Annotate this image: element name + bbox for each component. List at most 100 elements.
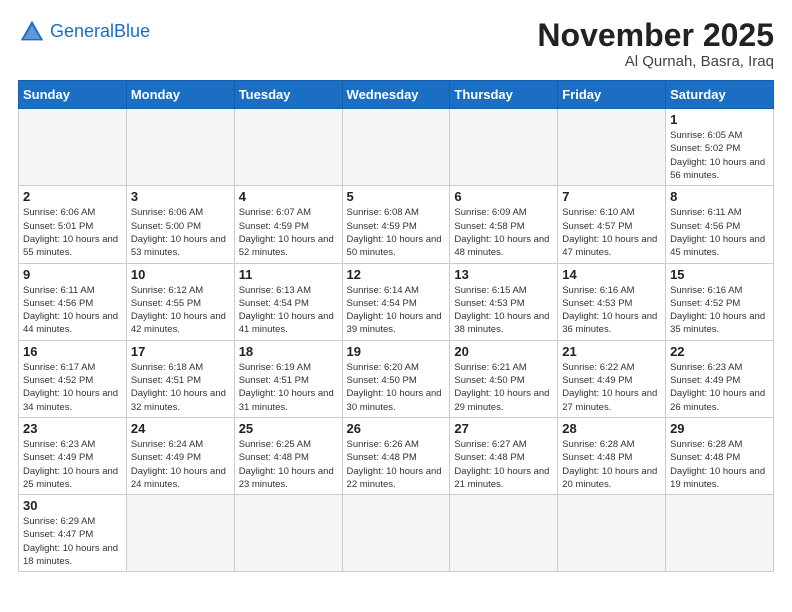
calendar-cell: 20 Sunrise: 6:21 AM Sunset: 4:50 PM Dayli… [450,340,558,417]
calendar-cell [558,495,666,572]
day-info: Sunrise: 6:27 AM Sunset: 4:48 PM Dayligh… [454,438,553,491]
calendar-cell [126,495,234,572]
weekday-header-thursday: Thursday [450,81,558,109]
day-info: Sunrise: 6:15 AM Sunset: 4:53 PM Dayligh… [454,284,553,337]
calendar-cell: 7 Sunrise: 6:10 AM Sunset: 4:57 PM Daylig… [558,186,666,263]
day-info: Sunrise: 6:05 AM Sunset: 5:02 PM Dayligh… [670,129,769,182]
day-number: 12 [347,267,446,282]
calendar-cell: 6Sunrise: 6:09 AM Sunset: 4:58 PM Daylig… [450,186,558,263]
calendar-cell: 10Sunrise: 6:12 AM Sunset: 4:55 PM Dayli… [126,263,234,340]
calendar-cell: 3Sunrise: 6:06 AM Sunset: 5:00 PM Daylig… [126,186,234,263]
calendar-cell: 9 Sunrise: 6:11 AM Sunset: 4:56 PM Daylig… [19,263,127,340]
day-number: 29 [670,421,769,436]
day-info: Sunrise: 6:08 AM Sunset: 4:59 PM Dayligh… [347,206,446,259]
calendar-cell: 24 Sunrise: 6:24 AM Sunset: 4:49 PM Dayli… [126,417,234,494]
calendar-cell: 26 Sunrise: 6:26 AM Sunset: 4:48 PM Dayli… [342,417,450,494]
day-number: 11 [239,267,338,282]
calendar-week-3: 16 Sunrise: 6:17 AM Sunset: 4:52 PM Dayli… [19,340,774,417]
location-subtitle: Al Qurnah, Basra, Iraq [537,53,774,70]
day-number: 23 [23,421,122,436]
day-number: 13 [454,267,553,282]
day-number: 22 [670,344,769,359]
day-number: 9 [23,267,122,282]
calendar-cell: 19 Sunrise: 6:20 AM Sunset: 4:50 PM Dayli… [342,340,450,417]
weekday-header-friday: Friday [558,81,666,109]
day-number: 3 [131,189,230,204]
day-number: 14 [562,267,661,282]
calendar-cell: 18Sunrise: 6:19 AM Sunset: 4:51 PM Dayli… [234,340,342,417]
day-number: 27 [454,421,553,436]
calendar-cell: 23Sunrise: 6:23 AM Sunset: 4:49 PM Dayli… [19,417,127,494]
weekday-header-row: SundayMondayTuesdayWednesdayThursdayFrid… [19,81,774,109]
day-number: 17 [131,344,230,359]
calendar-cell: 5Sunrise: 6:08 AM Sunset: 4:59 PM Daylig… [342,186,450,263]
day-info: Sunrise: 6:23 AM Sunset: 4:49 PM Dayligh… [670,361,769,414]
calendar-week-2: 9 Sunrise: 6:11 AM Sunset: 4:56 PM Daylig… [19,263,774,340]
day-number: 10 [131,267,230,282]
calendar-cell: 25 Sunrise: 6:25 AM Sunset: 4:48 PM Dayli… [234,417,342,494]
day-number: 26 [347,421,446,436]
weekday-header-tuesday: Tuesday [234,81,342,109]
calendar-cell [19,109,127,186]
weekday-header-monday: Monday [126,81,234,109]
day-info: Sunrise: 6:10 AM Sunset: 4:57 PM Dayligh… [562,206,661,259]
day-info: Sunrise: 6:25 AM Sunset: 4:48 PM Dayligh… [239,438,338,491]
calendar-cell: 1Sunrise: 6:05 AM Sunset: 5:02 PM Daylig… [666,109,774,186]
calendar-cell [558,109,666,186]
calendar-cell [450,109,558,186]
day-number: 7 [562,189,661,204]
day-number: 2 [23,189,122,204]
calendar-cell: 14 Sunrise: 6:16 AM Sunset: 4:53 PM Dayli… [558,263,666,340]
calendar-cell [234,495,342,572]
day-info: Sunrise: 6:11 AM Sunset: 4:56 PM Dayligh… [23,284,122,337]
day-info: Sunrise: 6:26 AM Sunset: 4:48 PM Dayligh… [347,438,446,491]
calendar-cell: 8Sunrise: 6:11 AM Sunset: 4:56 PM Daylig… [666,186,774,263]
day-info: Sunrise: 6:09 AM Sunset: 4:58 PM Dayligh… [454,206,553,259]
day-info: Sunrise: 6:20 AM Sunset: 4:50 PM Dayligh… [347,361,446,414]
day-info: Sunrise: 6:07 AM Sunset: 4:59 PM Dayligh… [239,206,338,259]
header: GeneralBlue November 2025 Al Qurnah, Bas… [18,18,774,70]
weekday-header-wednesday: Wednesday [342,81,450,109]
day-number: 16 [23,344,122,359]
calendar-cell: 11Sunrise: 6:13 AM Sunset: 4:54 PM Dayli… [234,263,342,340]
day-number: 20 [454,344,553,359]
day-info: Sunrise: 6:17 AM Sunset: 4:52 PM Dayligh… [23,361,122,414]
weekday-header-sunday: Sunday [19,81,127,109]
calendar-cell: 2 Sunrise: 6:06 AM Sunset: 5:01 PM Daylig… [19,186,127,263]
calendar-cell [342,109,450,186]
calendar-cell: 15Sunrise: 6:16 AM Sunset: 4:52 PM Dayli… [666,263,774,340]
calendar-cell: 30 Sunrise: 6:29 AM Sunset: 4:47 PM Dayli… [19,495,127,572]
day-info: Sunrise: 6:18 AM Sunset: 4:51 PM Dayligh… [131,361,230,414]
day-info: Sunrise: 6:24 AM Sunset: 4:49 PM Dayligh… [131,438,230,491]
calendar-cell: 22 Sunrise: 6:23 AM Sunset: 4:49 PM Dayli… [666,340,774,417]
calendar-cell: 27 Sunrise: 6:27 AM Sunset: 4:48 PM Dayli… [450,417,558,494]
weekday-header-saturday: Saturday [666,81,774,109]
logo: GeneralBlue [18,18,150,46]
day-info: Sunrise: 6:21 AM Sunset: 4:50 PM Dayligh… [454,361,553,414]
calendar-cell [342,495,450,572]
calendar-cell: 4Sunrise: 6:07 AM Sunset: 4:59 PM Daylig… [234,186,342,263]
calendar-cell: 17 Sunrise: 6:18 AM Sunset: 4:51 PM Dayli… [126,340,234,417]
day-number: 19 [347,344,446,359]
day-info: Sunrise: 6:16 AM Sunset: 4:53 PM Dayligh… [562,284,661,337]
day-info: Sunrise: 6:22 AM Sunset: 4:49 PM Dayligh… [562,361,661,414]
page: GeneralBlue November 2025 Al Qurnah, Bas… [0,0,792,582]
calendar-cell: 21Sunrise: 6:22 AM Sunset: 4:49 PM Dayli… [558,340,666,417]
month-title: November 2025 [537,18,774,53]
day-number: 18 [239,344,338,359]
calendar-cell: 29Sunrise: 6:28 AM Sunset: 4:48 PM Dayli… [666,417,774,494]
day-number: 30 [23,498,122,513]
day-info: Sunrise: 6:06 AM Sunset: 5:01 PM Dayligh… [23,206,122,259]
logo-general: General [50,21,114,41]
calendar-cell [126,109,234,186]
day-number: 24 [131,421,230,436]
calendar-cell: 13 Sunrise: 6:15 AM Sunset: 4:53 PM Dayli… [450,263,558,340]
logo-blue: Blue [114,21,150,41]
title-block: November 2025 Al Qurnah, Basra, Iraq [537,18,774,70]
calendar-table: SundayMondayTuesdayWednesdayThursdayFrid… [18,80,774,572]
day-info: Sunrise: 6:29 AM Sunset: 4:47 PM Dayligh… [23,515,122,568]
day-number: 25 [239,421,338,436]
day-number: 8 [670,189,769,204]
day-info: Sunrise: 6:16 AM Sunset: 4:52 PM Dayligh… [670,284,769,337]
calendar-week-0: 1Sunrise: 6:05 AM Sunset: 5:02 PM Daylig… [19,109,774,186]
